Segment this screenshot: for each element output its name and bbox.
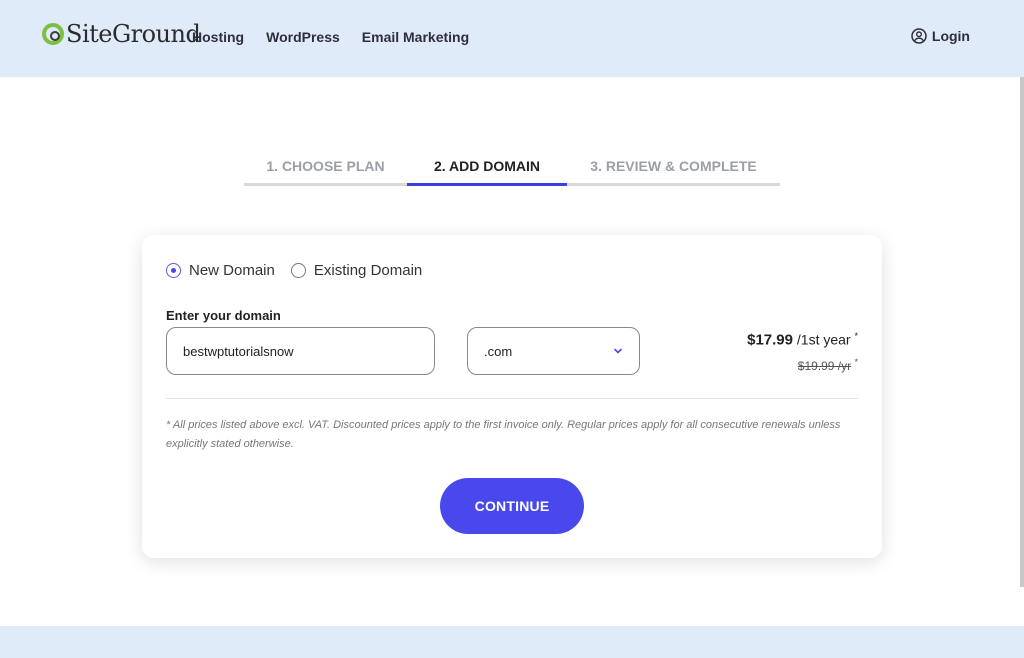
domain-card: New Domain Existing Domain Enter your do… bbox=[142, 235, 882, 558]
user-circle-icon bbox=[911, 28, 927, 44]
nav-hosting[interactable]: Hosting bbox=[192, 29, 244, 45]
price-period: /1st year bbox=[796, 331, 851, 348]
footer-band bbox=[0, 626, 1024, 658]
continue-button[interactable]: CONTINUE bbox=[440, 478, 584, 534]
nav-wordpress[interactable]: WordPress bbox=[266, 29, 340, 45]
price-asterisk: * bbox=[854, 331, 858, 341]
price-regular: $19.99 /yr bbox=[797, 358, 852, 373]
nav-email-marketing[interactable]: Email Marketing bbox=[362, 29, 469, 45]
login-button[interactable]: Login bbox=[911, 28, 970, 44]
price-current: $17.99 bbox=[747, 331, 793, 349]
step-choose-plan[interactable]: 1. CHOOSE PLAN bbox=[244, 158, 407, 186]
step-add-domain[interactable]: 2. ADD DOMAIN bbox=[407, 158, 567, 186]
price-current-line: $17.99 /1st year * bbox=[747, 331, 858, 349]
price-regular-line: $19.99 /yr * bbox=[747, 357, 858, 373]
step-review-complete[interactable]: 3. REVIEW & COMPLETE bbox=[567, 158, 780, 186]
login-label: Login bbox=[931, 28, 970, 44]
chevron-down-icon bbox=[614, 348, 622, 354]
new-domain-label[interactable]: New Domain bbox=[189, 262, 275, 279]
checkout-steps: 1. CHOOSE PLAN 2. ADD DOMAIN 3. REVIEW &… bbox=[244, 158, 780, 186]
domain-field-label: Enter your domain bbox=[166, 308, 281, 323]
domain-price: $17.99 /1st year * $19.99 /yr * bbox=[747, 331, 858, 373]
tld-selected-value: .com bbox=[484, 343, 513, 359]
logo-mark-icon bbox=[42, 23, 64, 45]
vat-note: * All prices listed above excl. VAT. Dis… bbox=[166, 419, 841, 450]
main-nav: Hosting WordPress Email Marketing bbox=[192, 29, 491, 45]
logo-text: SiteGround bbox=[66, 20, 201, 48]
price-regular-asterisk: * bbox=[854, 356, 858, 367]
domain-type-options: New Domain Existing Domain bbox=[166, 262, 422, 279]
divider bbox=[166, 398, 858, 399]
active-step-indicator bbox=[407, 183, 567, 186]
new-domain-radio[interactable] bbox=[166, 263, 181, 278]
siteground-logo[interactable]: SiteGround bbox=[42, 18, 201, 50]
existing-domain-radio[interactable] bbox=[290, 263, 306, 278]
existing-domain-label[interactable]: Existing Domain bbox=[314, 262, 422, 279]
tld-select[interactable]: .com bbox=[467, 327, 640, 375]
site-header: SiteGround Hosting WordPress Email Marke… bbox=[0, 0, 1024, 77]
page-scrollbar[interactable] bbox=[1020, 77, 1024, 587]
domain-input[interactable] bbox=[166, 327, 435, 375]
